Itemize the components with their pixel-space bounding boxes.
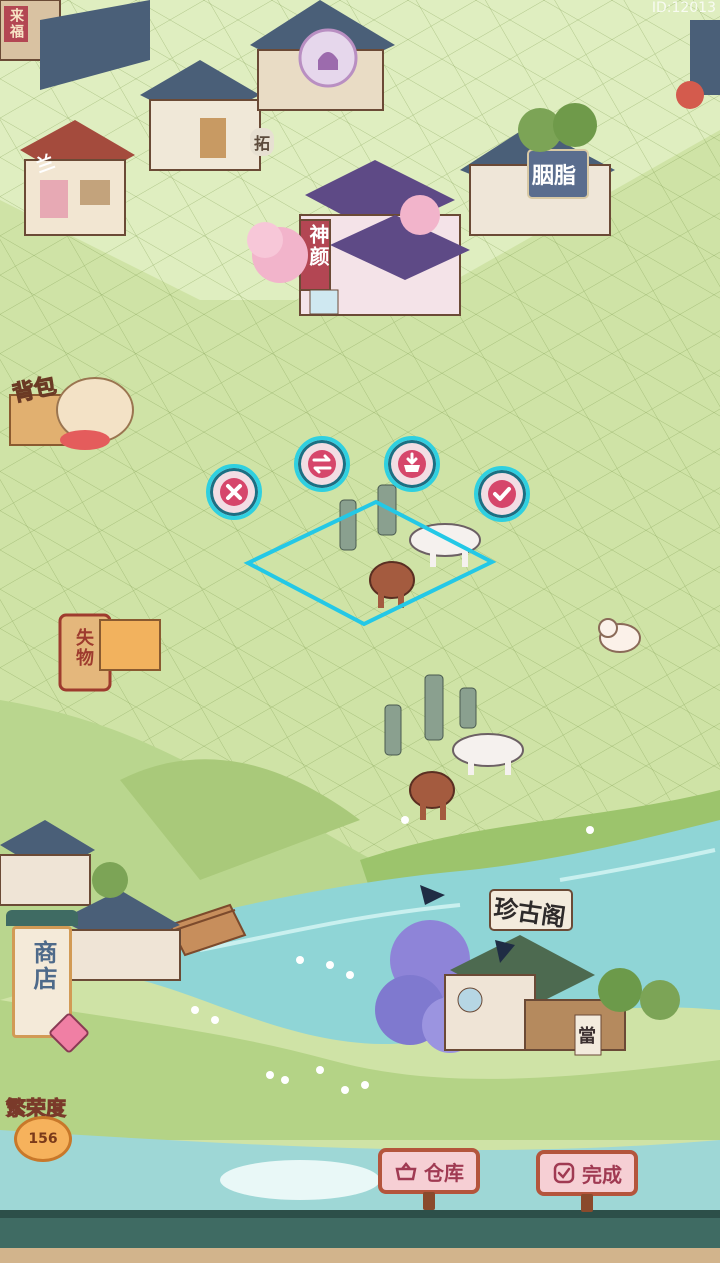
- done-check-icon: [553, 1162, 575, 1184]
- lost-found-label[interactable]: 失物: [70, 628, 96, 668]
- dang-sign: 當: [578, 1026, 596, 1047]
- cancel-button[interactable]: [206, 464, 262, 520]
- warehouse-basket-icon: [395, 1161, 417, 1181]
- store-button[interactable]: [384, 436, 440, 492]
- player-id: ID:12013: [651, 0, 716, 16]
- shenyan-sign: 神颜: [306, 224, 330, 268]
- warehouse-label: 仓库: [424, 1160, 464, 1185]
- prosperity-value: 156: [28, 1131, 58, 1147]
- tuo-sign: 拓: [250, 128, 275, 156]
- confirm-button[interactable]: [474, 466, 530, 522]
- close-icon: [220, 478, 248, 506]
- swap-button[interactable]: [294, 436, 350, 492]
- game-world[interactable]: [0, 0, 720, 1263]
- shop-label: 商店: [29, 940, 57, 992]
- bottom-roof-bar: [0, 1210, 720, 1263]
- store-basket-icon: [398, 450, 426, 478]
- done-button[interactable]: 完成: [536, 1150, 638, 1212]
- yanzhi-sign: 胭脂: [532, 164, 577, 189]
- done-label: 完成: [582, 1162, 622, 1187]
- checkmark-icon: [488, 480, 516, 508]
- prosperity-coin-icon: 156: [14, 1116, 72, 1162]
- swap-arrows-icon: [308, 450, 336, 478]
- top-left-sign: 来福: [4, 6, 28, 42]
- shop-button[interactable]: 商店: [6, 910, 91, 1055]
- warehouse-button[interactable]: 仓库: [378, 1148, 480, 1210]
- prosperity-panel[interactable]: 繁荣度 156: [4, 1088, 90, 1166]
